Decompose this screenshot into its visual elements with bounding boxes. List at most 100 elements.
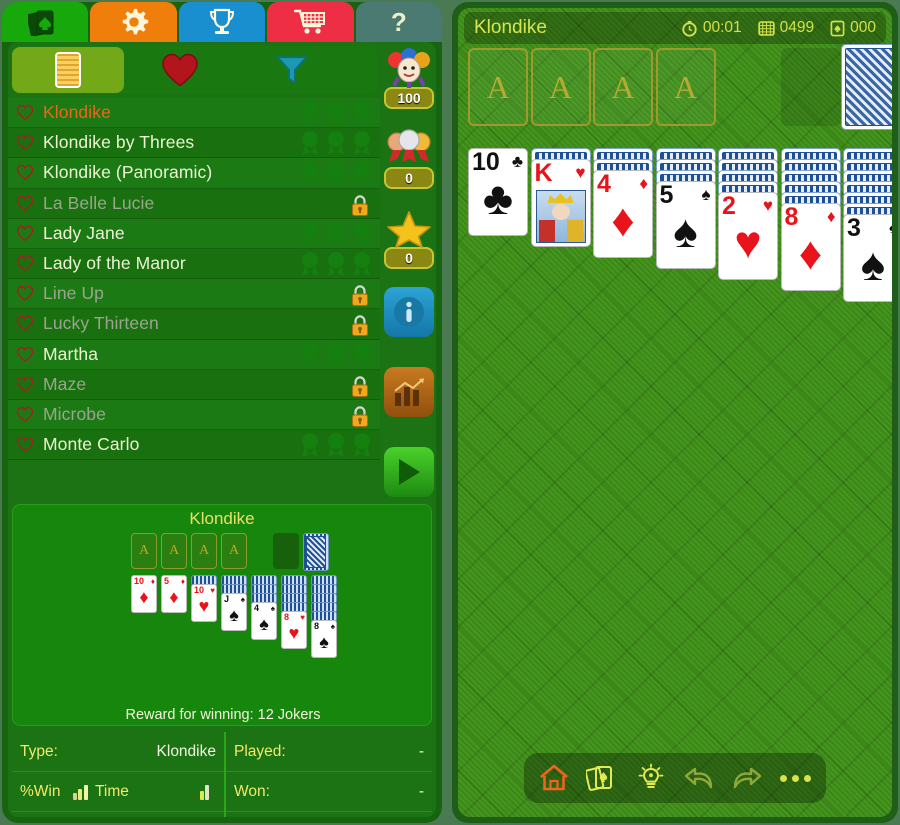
tableau-card[interactable]: 2 ♥ ♥: [718, 192, 778, 280]
rail-stats[interactable]: [384, 367, 434, 417]
game-list-item[interactable]: Martha: [8, 339, 380, 370]
more-button[interactable]: [776, 758, 816, 798]
favorite-heart-icon[interactable]: [16, 436, 34, 453]
medal-icon: [302, 161, 318, 186]
tab-cards[interactable]: [2, 2, 89, 42]
preview-card-rank: 5: [164, 576, 170, 586]
game-list-item-label: Lucky Thirteen: [43, 313, 159, 334]
favorite-heart-icon[interactable]: [16, 285, 34, 302]
game-list-item[interactable]: Microbe: [8, 399, 380, 431]
undo-button[interactable]: [679, 758, 719, 798]
stat-row-best-time: Best time: -: [226, 812, 432, 817]
tableau-card[interactable]: K ♥: [530, 159, 591, 247]
foundation-slot[interactable]: A: [468, 48, 528, 126]
card-suit: ♥: [575, 163, 586, 182]
medal-group: [298, 342, 374, 368]
tab-shop[interactable]: [267, 2, 354, 42]
card-suit-large: ♠: [860, 238, 886, 290]
stat-win-label: %Win: [20, 782, 61, 800]
preview-card-rank: 8: [284, 612, 290, 622]
rail-jokers[interactable]: 100: [384, 48, 434, 109]
tableau-card[interactable]: 4 ♦ ♦: [593, 170, 653, 258]
hint-button[interactable]: [631, 758, 671, 798]
favorite-heart-icon[interactable]: [16, 195, 34, 212]
game-list-item[interactable]: Klondike by Threes: [8, 128, 380, 159]
game-list-item[interactable]: Maze: [8, 369, 380, 400]
bar-chart-icon: [394, 378, 424, 406]
time-bars: [194, 784, 209, 800]
favorite-heart-icon[interactable]: [16, 255, 34, 272]
favorite-heart-icon[interactable]: [16, 406, 34, 423]
game-board[interactable]: AAAA10♣♣K♥4♦♦5♠♠2♥♥8♦♦3♠♠: [458, 44, 892, 764]
game-list-item[interactable]: Monte Carlo: [8, 430, 380, 461]
funnel-icon: [275, 56, 309, 85]
stat-played-label: Played:: [234, 742, 286, 760]
game-list-item-label: La Belle Lucie: [43, 192, 155, 213]
trophy-icon: [210, 8, 235, 34]
waste-pile[interactable]: [780, 48, 841, 126]
game-list-item[interactable]: Line Up: [8, 279, 380, 310]
games-panel-body: 100 0 0 Klondike Klondike by Threes Klon…: [2, 2, 442, 823]
game-list-item[interactable]: Lady of the Manor: [8, 248, 380, 280]
tab-settings[interactable]: [90, 2, 177, 42]
tab-achievements[interactable]: [178, 2, 266, 42]
filter-funnel-button[interactable]: [236, 47, 348, 93]
card-suit-large: ♠: [673, 205, 698, 257]
stats-panel: Type: Klondike %Win Time L: [12, 732, 432, 817]
medal-group: [298, 160, 374, 186]
tableau-card[interactable]: 3♠♠: [843, 214, 892, 302]
rail-medals[interactable]: 0: [384, 128, 434, 189]
home-button[interactable]: [534, 758, 574, 798]
foundation-slot[interactable]: A: [655, 48, 716, 126]
medal-group: [298, 221, 374, 247]
preview-foundation-slot: A: [131, 533, 157, 569]
undo-arrow-icon: [684, 767, 713, 789]
foundation-slot[interactable]: A: [530, 48, 591, 126]
game-list-item[interactable]: Lucky Thirteen: [8, 309, 380, 340]
game-list-item-label: Klondike: [43, 102, 111, 123]
filter-all-games-button[interactable]: [12, 47, 124, 93]
game-list-item-label: Microbe: [43, 403, 106, 424]
game-list-item[interactable]: La Belle Lucie: [8, 188, 380, 219]
deal-button[interactable]: [582, 758, 622, 798]
medal-icon: [354, 101, 370, 125]
stock-pile[interactable]: [841, 44, 892, 130]
favorite-heart-icon[interactable]: [16, 134, 34, 151]
tableau-card[interactable]: 5 ♠ ♠: [655, 181, 716, 269]
preview-card-suit: ♦: [150, 577, 155, 586]
stat-time-label: Time: [94, 782, 129, 800]
rail-stars[interactable]: 0: [384, 208, 434, 269]
lock-icon: [352, 315, 368, 337]
foundation-slot[interactable]: A: [593, 48, 653, 126]
rail-play-button[interactable]: [384, 447, 434, 497]
score-stat: 0499: [757, 19, 814, 37]
tab-help[interactable]: ?: [355, 2, 442, 42]
lock-icon: [352, 406, 368, 427]
favorite-heart-icon[interactable]: [16, 346, 34, 363]
game-list-item[interactable]: Klondike: [8, 98, 380, 129]
favorite-heart-icon[interactable]: [16, 225, 34, 242]
game-list-item[interactable]: Lady Jane: [8, 218, 380, 249]
rail-info[interactable]: [384, 287, 434, 337]
tableau-card[interactable]: 8 ♦ ♦: [780, 203, 841, 291]
favorite-heart-icon[interactable]: [16, 315, 34, 332]
game-list[interactable]: Klondike Klondike by Threes Klondike (Pano…: [8, 98, 380, 498]
tableau-card[interactable]: 10 ♣ ♣: [468, 148, 528, 236]
favorite-heart-icon[interactable]: [16, 376, 34, 393]
card-suit: ♠: [701, 185, 711, 204]
stat-row-luck-diff: Luck Diff.: [12, 812, 224, 817]
redo-button[interactable]: [727, 758, 767, 798]
timer-stat: 00:01: [681, 19, 742, 37]
game-toolbar: [524, 753, 826, 803]
win-bars: [67, 784, 88, 800]
cards-icon: [28, 10, 54, 36]
game-list-item-label: Klondike by Threes: [43, 132, 195, 153]
favorite-heart-icon[interactable]: [16, 164, 34, 181]
preview-card-suit: ♦: [180, 577, 185, 586]
medal-icon: [302, 433, 318, 458]
game-list-item[interactable]: Klondike (Panoramic): [8, 158, 380, 189]
stat-row-played: Played: -: [226, 732, 432, 772]
game-panel: Klondike 00:01 0499 000 A A A A 10 ♣ ♣ K…: [452, 2, 898, 823]
favorite-heart-icon[interactable]: [16, 104, 34, 121]
filter-favorites-button[interactable]: [124, 47, 236, 93]
